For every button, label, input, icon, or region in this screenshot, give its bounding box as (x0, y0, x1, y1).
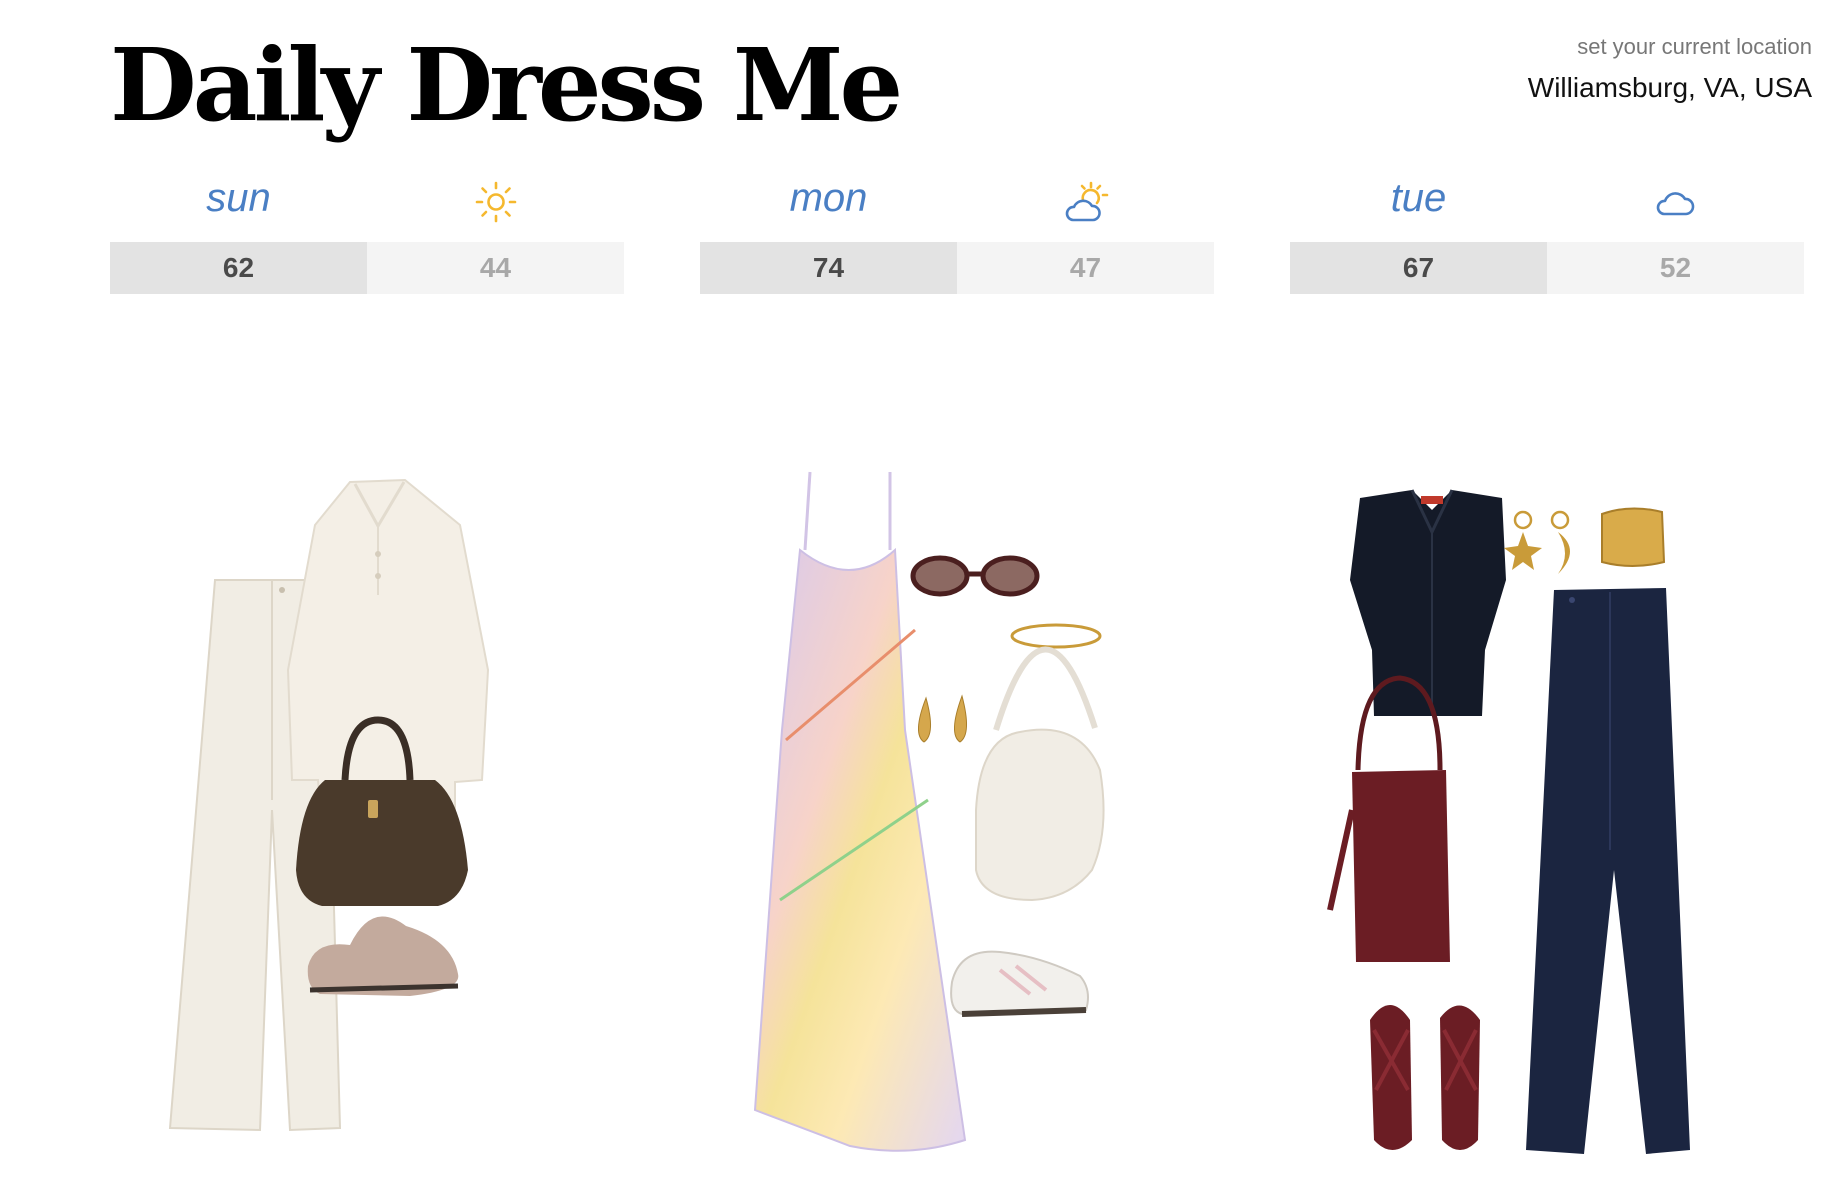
temp-low: 52 (1547, 242, 1804, 294)
outfit-collage-mon[interactable] (700, 470, 1214, 1160)
temp-high: 67 (1290, 242, 1547, 294)
day-name: sun (206, 176, 271, 220)
day-forecast-tue: tue 67 52 (1290, 176, 1804, 294)
white-sneakers[interactable] (950, 950, 1089, 1017)
set-location-link[interactable]: set your current location (1528, 34, 1812, 60)
burgundy-strappy-sandals[interactable] (1370, 1005, 1480, 1150)
day-forecast-mon: mon 74 47 (700, 176, 1214, 294)
temp-low: 44 (367, 242, 624, 294)
temp-high: 74 (700, 242, 957, 294)
location-selector[interactable]: set your current location Williamsburg, … (1528, 34, 1812, 104)
burgundy-oval-sunglasses[interactable] (910, 555, 1040, 597)
outfit-collage-tue[interactable] (1290, 470, 1804, 1160)
gold-cuff[interactable] (1601, 507, 1666, 567)
cloud-icon (1547, 180, 1804, 224)
burgundy-bucket-bag[interactable] (1327, 675, 1450, 962)
temp-high: 62 (110, 242, 367, 294)
white-shoulder-bag[interactable] (975, 646, 1105, 902)
gold-ring[interactable] (1010, 623, 1102, 649)
current-location[interactable]: Williamsburg, VA, USA (1528, 72, 1812, 104)
site-logo[interactable]: Daily Dress Me (110, 28, 903, 143)
gold-charm-earrings[interactable] (1504, 510, 1570, 574)
day-name: tue (1390, 176, 1447, 220)
day-forecast-sun: sun 62 44 (110, 176, 624, 294)
cream-knit-polo-sweater[interactable] (286, 478, 490, 831)
partly-cloudy-icon (957, 180, 1214, 224)
gold-drop-earrings[interactable] (918, 694, 967, 743)
navy-wide-leg-trousers[interactable] (1526, 588, 1690, 1154)
navy-sleeveless-knit-top[interactable] (1350, 489, 1506, 716)
temp-low: 47 (957, 242, 1214, 294)
sun-icon (367, 180, 624, 224)
day-name: mon (789, 176, 868, 220)
outfit-collage-sun[interactable] (110, 470, 624, 1160)
